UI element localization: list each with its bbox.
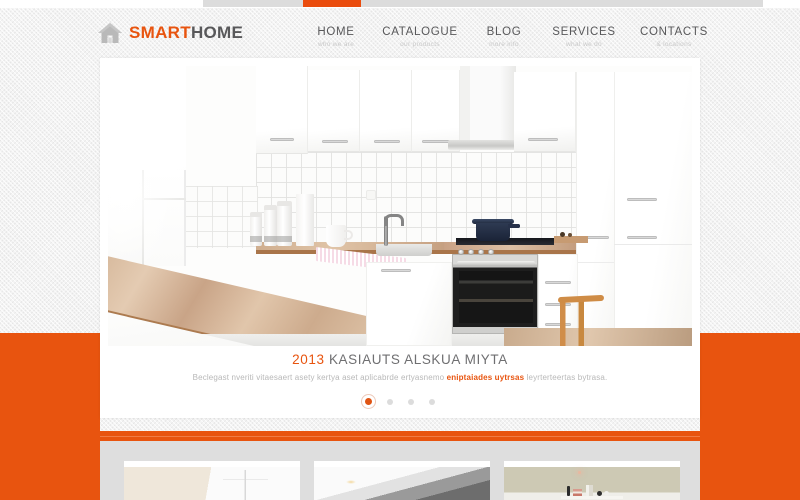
site-logo[interactable]: SMARTHOME — [97, 21, 243, 45]
accent-band-lower-right — [700, 431, 800, 500]
logo-text-home: HOME — [190, 23, 244, 42]
logo-text-smart: SMART — [129, 23, 191, 42]
gallery-thumb-1-image — [124, 467, 300, 500]
logo-text: SMARTHOME — [129, 23, 243, 43]
main-navigation: HOME who we are CATALOGUE our products B… — [300, 26, 720, 58]
slider-dot-1[interactable] — [365, 398, 372, 405]
gallery-thumb-3[interactable] — [504, 461, 680, 500]
slider-pagination — [100, 398, 700, 405]
nav-item-home[interactable]: HOME who we are — [300, 26, 372, 48]
slide-caption-sub-highlight[interactable]: eniptaiades uytrsas — [447, 373, 525, 382]
nav-item-contacts-label: CONTACTS — [640, 26, 708, 38]
nav-item-catalogue-label: CATALOGUE — [382, 26, 458, 38]
nav-item-blog-label: BLOG — [486, 26, 522, 38]
slide-caption-title: 2013 KASIAUTS ALSKUA MIYTA — [100, 352, 700, 367]
slide-caption-sub-after: leyrterteertas bytrasa. — [524, 373, 608, 382]
nav-item-catalogue-sub: our products — [400, 41, 440, 48]
slide-caption-year: 2013 — [292, 352, 325, 367]
gallery-thumbnails — [124, 461, 680, 500]
nav-item-services[interactable]: SERVICES what we do — [540, 26, 628, 48]
nav-item-blog[interactable]: BLOG more info — [468, 26, 540, 48]
gallery-section — [100, 441, 700, 500]
slider-dot-4[interactable] — [429, 398, 435, 405]
gallery-thumb-1[interactable] — [124, 461, 300, 500]
accent-band-lower-left — [0, 431, 100, 500]
main-content-panel: 2013 KASIAUTS ALSKUA MIYTA Beclegast nve… — [100, 58, 700, 418]
slider-dot-3[interactable] — [408, 398, 414, 405]
gallery-thumb-2[interactable] — [314, 461, 490, 500]
nav-item-blog-sub: more info — [489, 41, 519, 48]
nav-item-services-label: SERVICES — [552, 26, 616, 38]
nav-item-catalogue[interactable]: CATALOGUE our products — [372, 26, 468, 48]
gallery-thumb-2-image — [314, 467, 490, 500]
nav-item-home-sub: who we are — [317, 41, 355, 48]
accent-band-left — [0, 333, 100, 431]
site-header: SMARTHOME HOME who we are CATALOGUE our … — [0, 8, 800, 58]
gallery-thumb-3-image — [504, 467, 680, 500]
house-icon — [97, 21, 123, 45]
slider-dot-2[interactable] — [387, 398, 393, 405]
slide-caption-heading: KASIAUTS ALSKUA MIYTA — [328, 352, 508, 367]
hero-slider[interactable] — [108, 66, 692, 346]
browser-active-tab[interactable] — [303, 0, 361, 7]
slide-caption-subtitle: Beclegast nveriti vitaesaert asety kerty… — [100, 373, 700, 382]
hero-slide-image — [108, 66, 692, 346]
browser-tab-strip — [203, 0, 763, 7]
nav-item-contacts[interactable]: CONTACTS & locations — [628, 26, 720, 48]
accent-hairline — [100, 436, 700, 437]
nav-item-services-sub: what we do — [566, 41, 602, 48]
slide-caption-sub-before: Beclegast nveriti vitaesaert asety kerty… — [192, 373, 447, 382]
nav-item-home-label: HOME — [317, 26, 355, 38]
nav-item-contacts-sub: & locations — [656, 41, 692, 48]
browser-chrome — [0, 0, 800, 8]
accent-band-right — [700, 333, 800, 431]
slide-caption: 2013 KASIAUTS ALSKUA MIYTA Beclegast nve… — [100, 352, 700, 382]
